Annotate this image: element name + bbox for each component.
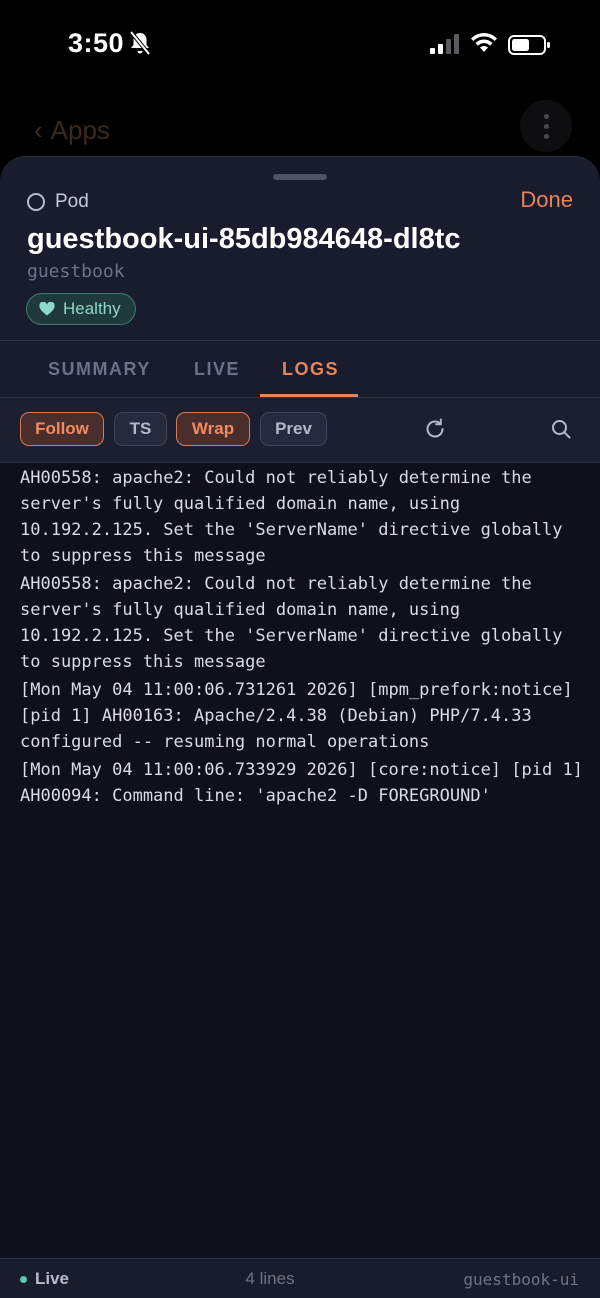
- previous-logs-toggle-button[interactable]: Prev: [260, 412, 327, 446]
- app-screen: 3:50 ‹ Apps Pod Done guestbook-ui-85db98…: [0, 0, 600, 1298]
- resource-kind: Pod: [27, 190, 89, 214]
- sheet-grabber[interactable]: [273, 174, 327, 180]
- pod-title: guestbook-ui-85db984648-dl8tc: [27, 223, 461, 255]
- tab-logs[interactable]: LOGS: [282, 359, 339, 380]
- line-count: 4 lines: [245, 1269, 295, 1288]
- tab-summary[interactable]: SUMMARY: [48, 359, 151, 380]
- timestamps-toggle-button[interactable]: TS: [114, 412, 167, 446]
- log-line: [Mon May 04 11:00:06.733929 2026] [core:…: [20, 760, 594, 806]
- battery-icon: [508, 35, 550, 55]
- log-list: AH00558: apache2: Could not reliably det…: [20, 465, 585, 811]
- detail-tabs: SUMMARY LIVE LOGS: [0, 341, 600, 397]
- done-button[interactable]: Done: [520, 187, 573, 213]
- log-output[interactable]: AH00558: apache2: Could not reliably det…: [0, 463, 600, 1258]
- log-line: AH00558: apache2: Could not reliably det…: [20, 468, 573, 566]
- log-toolbar: Follow TS Wrap Prev: [0, 398, 600, 462]
- back-button[interactable]: ‹ Apps: [34, 115, 110, 146]
- circle-outline-icon: [27, 193, 45, 211]
- health-status-badge: Healthy: [26, 293, 136, 325]
- status-bar: 3:50: [0, 0, 600, 90]
- footer-pod-name: guestbook-ui: [463, 1270, 579, 1289]
- refresh-icon[interactable]: [424, 418, 446, 440]
- more-dot: [544, 134, 549, 139]
- background-navigation: ‹ Apps: [0, 95, 600, 165]
- wifi-icon: [471, 32, 497, 52]
- more-dot: [544, 124, 549, 129]
- status-time: 3:50: [68, 28, 125, 58]
- pod-namespace: guestbook: [27, 261, 125, 282]
- bell-slash-icon: [129, 30, 151, 56]
- chevron-left-icon: ‹: [34, 115, 43, 145]
- wrap-toggle-button[interactable]: Wrap: [176, 412, 250, 446]
- more-vertical-icon: [544, 114, 549, 119]
- cellular-signal-icon: [430, 34, 459, 54]
- log-footer: Live 4 lines guestbook-ui: [0, 1258, 600, 1298]
- log-line: [Mon May 04 11:00:06.731261 2026] [mpm_p…: [20, 680, 583, 752]
- kind-label: Pod: [55, 191, 89, 212]
- search-icon[interactable]: [551, 419, 571, 439]
- tab-live[interactable]: LIVE: [194, 359, 240, 380]
- health-label: Healthy: [63, 299, 121, 318]
- heart-icon: [39, 302, 55, 316]
- more-button[interactable]: [520, 100, 572, 152]
- pod-detail-sheet: Pod Done guestbook-ui-85db984648-dl8tc g…: [0, 156, 600, 1298]
- follow-toggle-button[interactable]: Follow: [20, 412, 104, 446]
- back-label: Apps: [50, 115, 110, 145]
- log-line: AH00558: apache2: Could not reliably det…: [20, 574, 573, 672]
